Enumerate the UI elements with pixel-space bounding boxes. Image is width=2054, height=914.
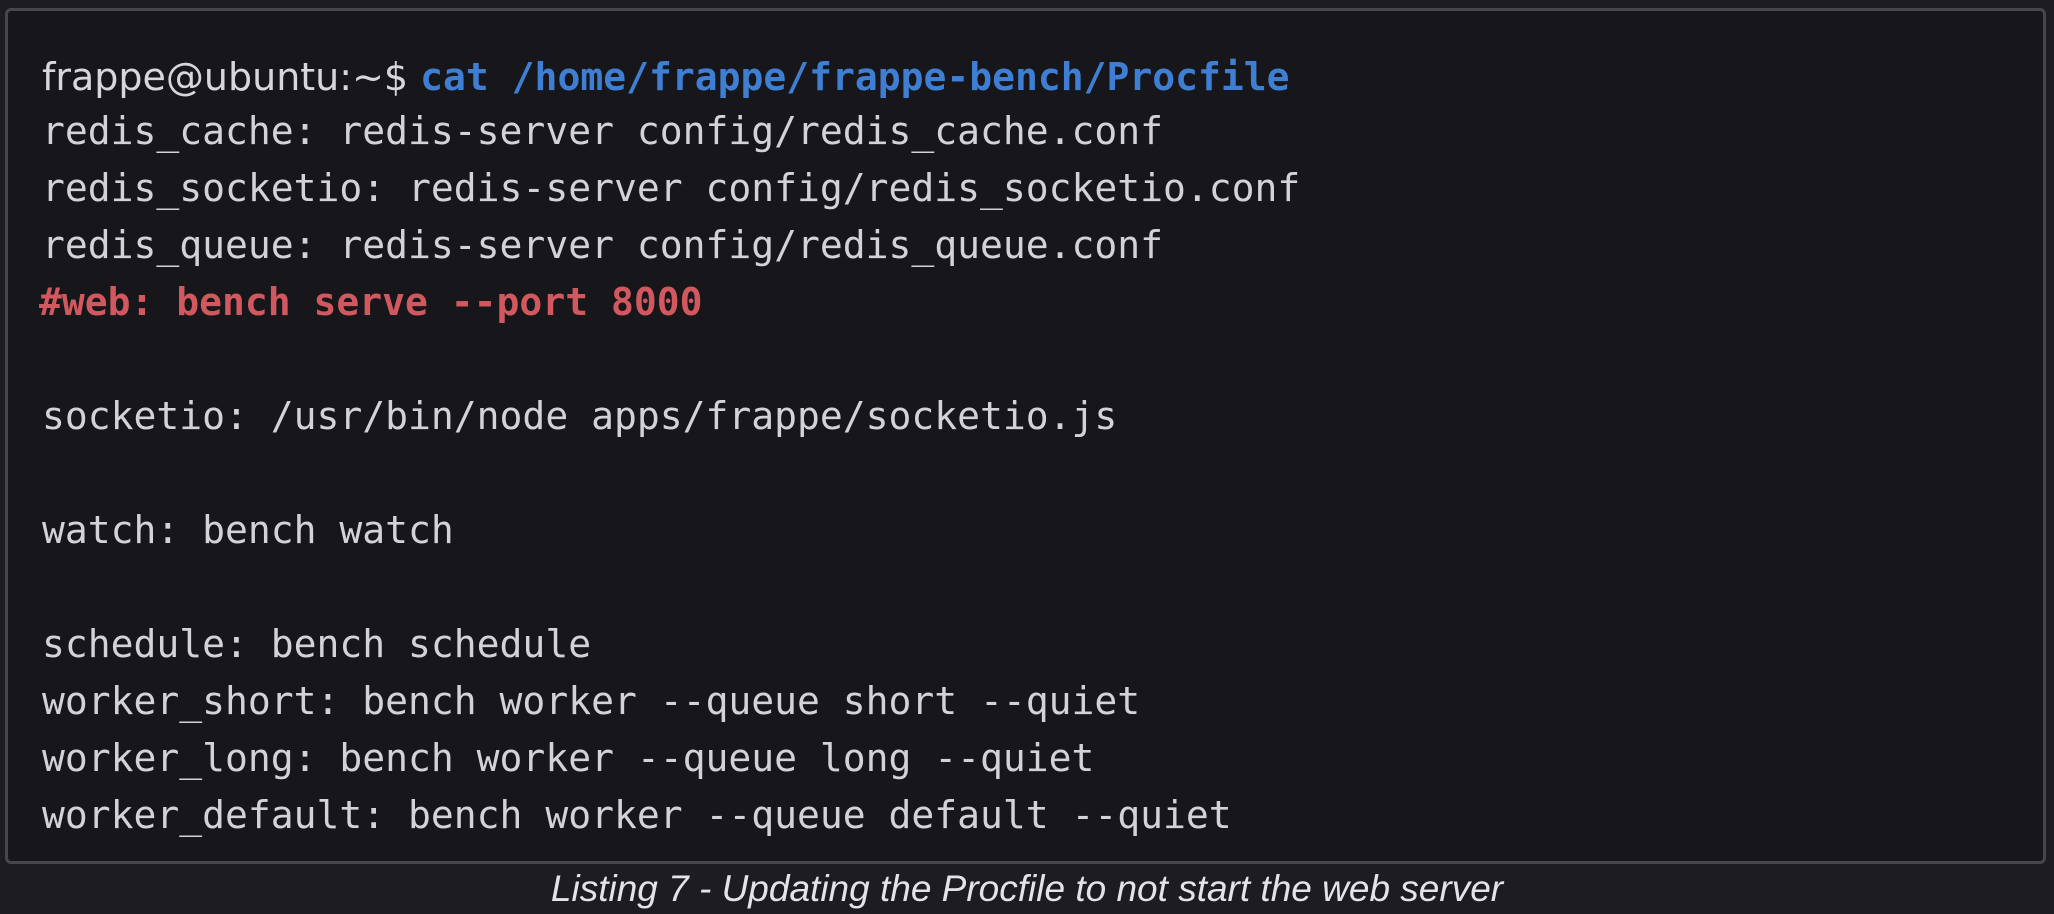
- output-line: redis_cache: redis-server config/redis_c…: [42, 109, 1164, 153]
- output-line: socketio: /usr/bin/node apps/frappe/sock…: [42, 394, 1118, 438]
- listing-caption: Listing 7 - Updating the Procfile to not…: [550, 868, 1504, 909]
- output-line: worker_long: bench worker --queue long -…: [42, 736, 1095, 780]
- terminal-window: frappe@ubuntu:~$ cat /home/frappe/frappe…: [5, 8, 2046, 864]
- shell-command: cat /home/frappe/frappe-bench/Procfile: [420, 55, 1290, 99]
- output-line: worker_short: bench worker --queue short…: [42, 679, 1141, 723]
- prompt-line: frappe@ubuntu:~$ cat /home/frappe/frappe…: [42, 53, 1290, 101]
- output-line: worker_default: bench worker --queue def…: [42, 793, 1232, 837]
- output-line: redis_queue: redis-server config/redis_q…: [42, 223, 1164, 267]
- output-line: redis_socketio: redis-server config/redi…: [42, 166, 1301, 210]
- output-line: watch: bench watch: [42, 508, 454, 552]
- output-line: schedule: bench schedule: [42, 622, 592, 666]
- shell-prompt: frappe@ubuntu:~$: [42, 55, 421, 99]
- commented-output-line: #web: bench serve --port 8000: [39, 280, 703, 324]
